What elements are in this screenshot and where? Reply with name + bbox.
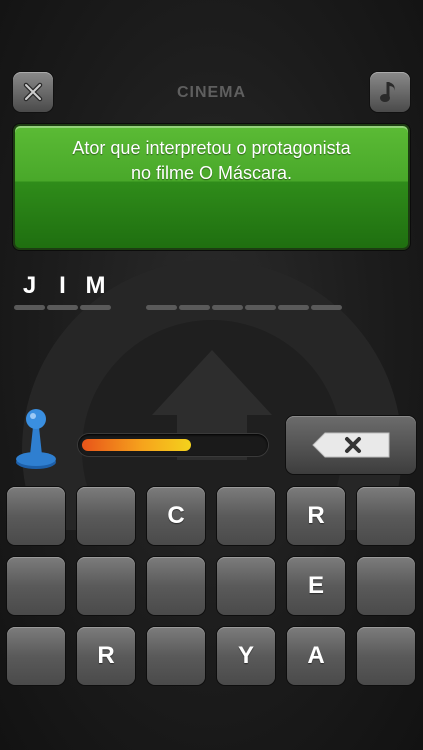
answer-slot-line — [278, 305, 309, 310]
letter-key[interactable] — [77, 487, 135, 545]
category-title: CINEMA — [176, 84, 247, 101]
backspace-x-icon — [312, 432, 390, 458]
letter-key[interactable] — [217, 557, 275, 615]
letter-key[interactable]: E — [287, 557, 345, 615]
progress-fill — [82, 439, 191, 451]
answer-slot: I — [47, 272, 78, 312]
answer-slot: J — [14, 272, 45, 312]
pawn-icon — [16, 409, 56, 469]
letter-key[interactable]: C — [147, 487, 205, 545]
progress-bar — [78, 434, 268, 456]
answer-slot-line — [311, 305, 342, 310]
clue-text: Ator que interpretou o protagonista no f… — [15, 136, 408, 186]
letter-key[interactable] — [357, 557, 415, 615]
clue-line-2: no filme O Máscara. — [130, 163, 293, 183]
answer-letter: I — [59, 272, 66, 299]
answer-letter: M — [85, 272, 106, 299]
delete-button[interactable] — [286, 416, 416, 474]
letter-key[interactable] — [147, 557, 205, 615]
answer-slot-line — [179, 305, 210, 310]
answer-slot — [146, 272, 177, 312]
clue-line-1: Ator que interpretou o protagonista — [72, 138, 351, 158]
letter-key[interactable] — [7, 627, 65, 685]
answer-slot-line — [14, 305, 45, 310]
answer-slot-line — [245, 305, 276, 310]
answer-slot — [278, 272, 309, 312]
letter-key[interactable] — [147, 627, 205, 685]
music-note-icon — [380, 82, 395, 102]
letter-key[interactable] — [7, 557, 65, 615]
answer-slot — [245, 272, 276, 312]
answer-letter: J — [22, 272, 37, 299]
answer-slot-line — [47, 305, 78, 310]
answer-slot — [212, 272, 243, 312]
answer-slot — [311, 272, 342, 312]
letter-key[interactable]: Y — [217, 627, 275, 685]
answer-slot-line — [146, 305, 177, 310]
letter-key[interactable]: R — [287, 487, 345, 545]
letter-key[interactable] — [77, 557, 135, 615]
answer-slot-line — [80, 305, 111, 310]
answer-slot-line — [212, 305, 243, 310]
letter-key[interactable]: A — [287, 627, 345, 685]
music-button[interactable] — [370, 72, 410, 112]
letter-key[interactable] — [357, 487, 415, 545]
letter-key[interactable] — [217, 487, 275, 545]
letter-key[interactable] — [357, 627, 415, 685]
clue-box: Ator que interpretou o protagonista no f… — [13, 124, 410, 250]
answer-row: JIM — [0, 272, 423, 312]
answer-slot: M — [80, 272, 111, 312]
answer-slot — [179, 272, 210, 312]
letter-key[interactable]: R — [77, 627, 135, 685]
letter-key[interactable] — [7, 487, 65, 545]
